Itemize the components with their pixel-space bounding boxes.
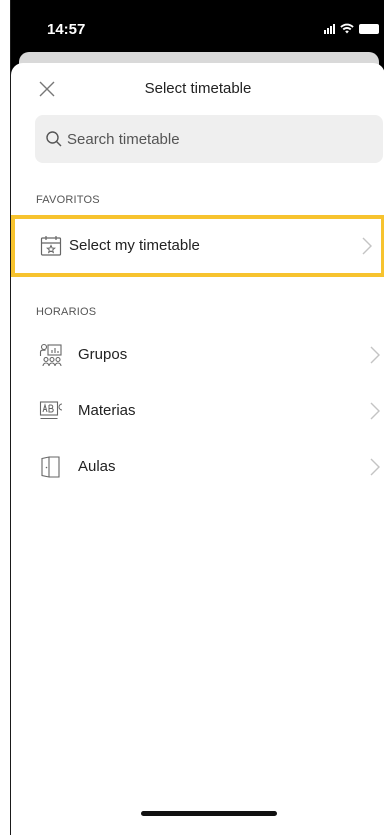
chevron-right-icon: [370, 402, 380, 420]
subject-abc-icon: [39, 401, 63, 420]
chevron-right-icon: [370, 458, 380, 476]
select-timetable-sheet: Select timetable FAVORITOS Select my tim…: [11, 63, 384, 835]
list-item-label: Select my timetable: [69, 237, 200, 254]
search-bar[interactable]: [35, 115, 383, 163]
status-time: 14:57: [47, 21, 86, 38]
search-input[interactable]: [67, 130, 367, 148]
chevron-right-icon: [370, 346, 380, 364]
chevron-right-icon: [362, 237, 372, 255]
list-item-grupos[interactable]: Grupos: [23, 329, 384, 381]
list-item-label: Aulas: [78, 458, 116, 475]
wifi-icon: [340, 23, 354, 34]
phone-screen: 14:57 Select timetable Search timetable …: [10, 0, 384, 835]
status-icons: [324, 23, 379, 34]
group-chart-icon: [39, 343, 62, 367]
list-item-select-my-timetable[interactable]: Select my timetable: [11, 215, 384, 277]
signal-icon: [324, 23, 335, 34]
calendar-star-icon: [40, 236, 62, 256]
list-item-label: Materias: [78, 402, 136, 419]
horarios-section-label: HORARIOS: [36, 306, 97, 318]
sheet-header: Select timetable: [11, 63, 384, 115]
list-item-materias[interactable]: Materias: [23, 385, 384, 437]
favoritos-section-label: FAVORITOS: [36, 194, 100, 206]
search-icon: [46, 131, 62, 147]
list-item-aulas[interactable]: Aulas: [23, 441, 384, 493]
list-item-label: Grupos: [78, 346, 128, 363]
door-icon: [41, 456, 60, 478]
status-bar: 14:57: [11, 0, 384, 56]
home-indicator[interactable]: [141, 811, 277, 816]
sheet-title: Select timetable: [144, 80, 252, 97]
battery-icon: [359, 23, 379, 34]
